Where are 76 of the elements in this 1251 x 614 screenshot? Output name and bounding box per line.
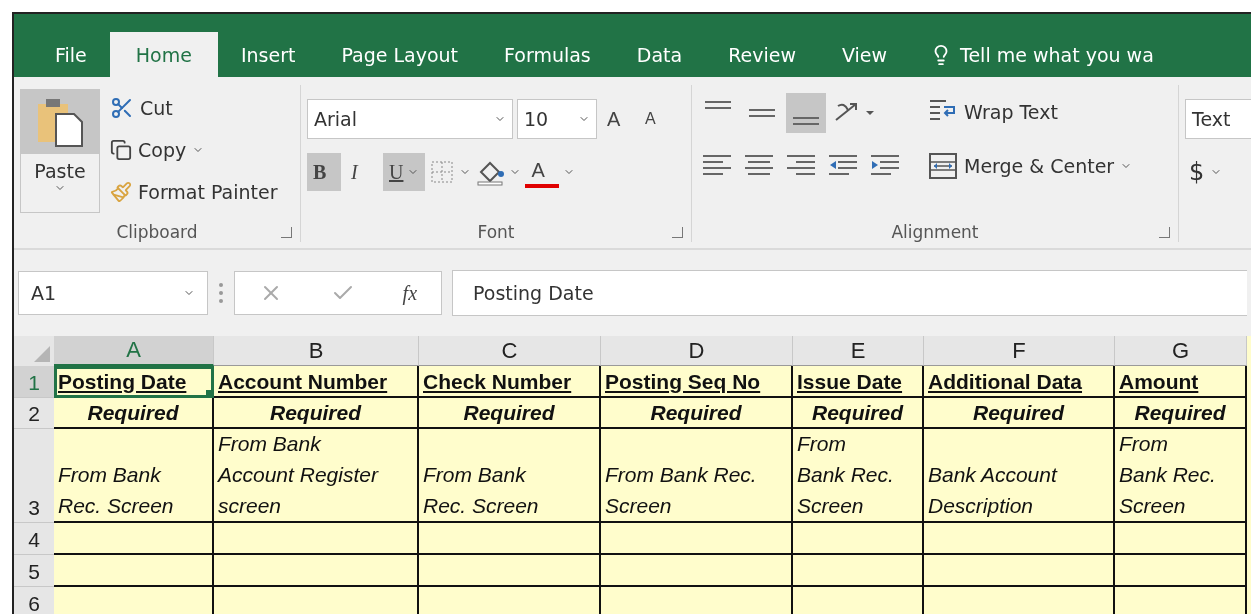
scissors-icon bbox=[110, 96, 134, 120]
cell-text: Required bbox=[812, 400, 903, 426]
format-painter-button[interactable]: Format Painter bbox=[106, 173, 282, 211]
ribbon-tab[interactable]: Data bbox=[613, 32, 706, 77]
wrap-text-button[interactable]: Wrap Text bbox=[924, 93, 1137, 131]
bold-button[interactable]: B bbox=[307, 153, 341, 191]
launcher-icon[interactable] bbox=[1159, 227, 1170, 238]
column-header[interactable]: A bbox=[54, 336, 214, 366]
cell-text: From Bank Rec. Screen bbox=[423, 462, 539, 519]
column-header[interactable]: C bbox=[419, 336, 601, 366]
clipboard-icon bbox=[36, 96, 84, 148]
copy-icon bbox=[110, 139, 132, 161]
column-header[interactable]: B bbox=[214, 336, 419, 366]
shrink-font-button[interactable]: A bbox=[639, 100, 673, 138]
group-label: Alignment bbox=[890, 222, 980, 242]
paintbrush-icon bbox=[110, 181, 132, 203]
italic-button[interactable]: I bbox=[345, 153, 379, 191]
merge-cells-icon bbox=[928, 151, 958, 181]
insert-function-button[interactable]: fx bbox=[402, 281, 418, 305]
ribbon-tab[interactable]: View bbox=[818, 32, 911, 77]
cell-text: Required bbox=[270, 400, 361, 426]
cell-text: Issue Date bbox=[797, 368, 903, 395]
cell-text: From Bank Account Register screen bbox=[218, 431, 378, 519]
ribbon-tab[interactable]: File bbox=[32, 32, 110, 77]
launcher-icon[interactable] bbox=[672, 227, 683, 238]
row-header[interactable]: 6 bbox=[14, 587, 54, 614]
ribbon-tab[interactable]: Review bbox=[705, 32, 819, 77]
vertical-align-button[interactable] bbox=[786, 93, 826, 133]
currency-button[interactable]: $ bbox=[1185, 153, 1251, 191]
cell-text: Posting Seq No bbox=[605, 368, 761, 395]
column-header[interactable]: G bbox=[1115, 336, 1247, 366]
cell-text: Additional Data bbox=[928, 368, 1082, 395]
row-header[interactable]: 3 bbox=[14, 429, 54, 523]
cell-text: From Bank Rec. Screen bbox=[797, 431, 894, 519]
cell-text: Check Number bbox=[423, 368, 572, 395]
column-header[interactable]: E bbox=[793, 336, 924, 366]
launcher-icon[interactable] bbox=[281, 227, 292, 238]
cell-text: Posting Date bbox=[58, 368, 187, 395]
ribbon-tab[interactable]: Page Layout bbox=[318, 32, 482, 77]
grip-icon bbox=[218, 282, 224, 304]
ribbon-tab[interactable]: Home bbox=[109, 32, 218, 77]
font-name-field[interactable]: Arial bbox=[307, 99, 513, 139]
row-header[interactable]: 4 bbox=[14, 523, 54, 555]
cell-text: From Bank Rec. Screen bbox=[605, 462, 757, 519]
row-header[interactable]: 1 bbox=[14, 366, 54, 398]
column-header[interactable]: D bbox=[601, 336, 793, 366]
paste-button[interactable]: Paste bbox=[20, 89, 100, 213]
font-color-button[interactable]: A bbox=[525, 156, 560, 188]
tell-me-search[interactable]: Tell me what you wa bbox=[910, 32, 1154, 77]
cell-text: Bank Account Description bbox=[928, 462, 1057, 519]
merge-center-button[interactable]: Merge & Center bbox=[924, 147, 1137, 185]
cell-text: Required bbox=[463, 400, 555, 426]
cut-button[interactable]: Cut bbox=[106, 89, 282, 127]
ribbon-tab[interactable]: Formulas bbox=[481, 32, 614, 77]
underline-button[interactable]: U bbox=[383, 153, 426, 191]
font-size-field[interactable]: 10 bbox=[517, 99, 597, 139]
ribbon-tab[interactable]: Insert bbox=[217, 32, 319, 77]
name-box[interactable]: A1 bbox=[18, 271, 208, 315]
cell-text: Required bbox=[87, 400, 179, 426]
cell-text: Required bbox=[973, 400, 1064, 426]
cell-text: Account Number bbox=[218, 368, 388, 395]
cell-text: Required bbox=[650, 400, 742, 426]
fill-handle[interactable] bbox=[206, 390, 212, 396]
cell-text: Required bbox=[1134, 400, 1226, 426]
number-format-field[interactable]: Text bbox=[1185, 99, 1251, 139]
column-header[interactable]: F bbox=[924, 336, 1115, 366]
group-label: Clipboard bbox=[115, 222, 199, 242]
row-header[interactable]: 2 bbox=[14, 398, 54, 429]
copy-button[interactable]: Copy bbox=[106, 131, 282, 169]
cell-text: From Bank Rec. Screen bbox=[58, 462, 174, 519]
group-label: Font bbox=[476, 222, 516, 242]
cell-text: Amount bbox=[1119, 368, 1199, 395]
row-header[interactable]: 5 bbox=[14, 555, 54, 587]
formula-field[interactable]: Posting Date bbox=[452, 270, 1247, 316]
grow-font-button[interactable]: A bbox=[601, 100, 635, 138]
cell-text: From Bank Rec. Screen bbox=[1119, 431, 1216, 519]
